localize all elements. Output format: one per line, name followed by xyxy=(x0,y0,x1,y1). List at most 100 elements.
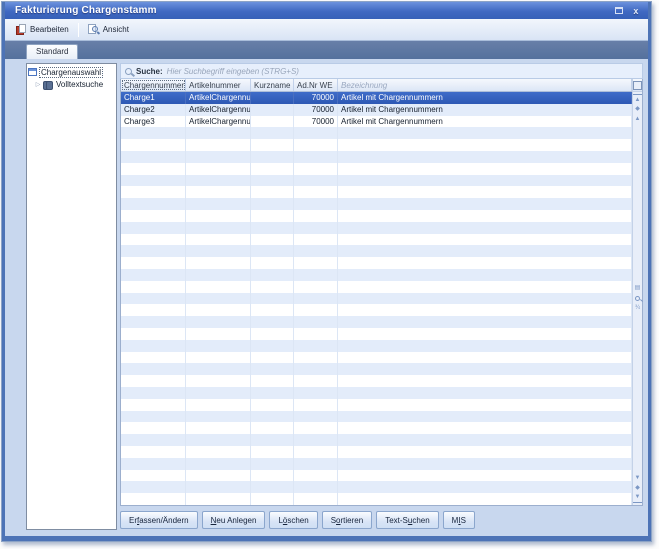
toolbar: Bearbeiten Ansicht xyxy=(5,19,648,41)
table-row[interactable] xyxy=(121,245,632,257)
table-row[interactable] xyxy=(121,269,632,281)
table-row[interactable] xyxy=(121,446,632,458)
table-cell xyxy=(251,281,294,293)
scroll-page-down-button[interactable]: ◆ xyxy=(633,483,642,493)
table-cell xyxy=(338,269,632,281)
footer-button-bar: Erfassen/ÄndernNeu AnlegenLöschen Sortier… xyxy=(120,506,643,530)
table-cell xyxy=(294,234,338,246)
table-cell xyxy=(121,434,186,446)
zoom-icon xyxy=(635,296,640,301)
table-cell xyxy=(251,316,294,328)
search-label: Suche: xyxy=(136,67,163,76)
column-header-ad-nr-we[interactable]: Ad.Nr WE xyxy=(294,79,338,91)
table-row[interactable] xyxy=(121,139,632,151)
tab-standard[interactable]: Standard xyxy=(26,44,78,59)
table-cell xyxy=(121,422,186,434)
table-row[interactable] xyxy=(121,352,632,364)
table-cell xyxy=(121,151,186,163)
footer-button-neu-anlegen[interactable]: Neu Anlegen xyxy=(202,511,266,529)
column-header-artikelnummer[interactable]: Artikelnummer xyxy=(186,79,251,91)
table-cell xyxy=(338,375,632,387)
table-cell xyxy=(251,422,294,434)
table-cell xyxy=(186,293,251,305)
tree-item-chargenauswahl[interactable]: Chargenauswahl xyxy=(28,66,115,78)
table-row[interactable] xyxy=(121,387,632,399)
table-cell xyxy=(294,375,338,387)
table-row[interactable] xyxy=(121,458,632,470)
table-cell: 70000 xyxy=(294,92,338,104)
table-cell xyxy=(294,175,338,187)
table-row[interactable] xyxy=(121,127,632,139)
tree-item-label: Chargenauswahl xyxy=(39,67,103,78)
table-row[interactable] xyxy=(121,210,632,222)
table-row[interactable] xyxy=(121,363,632,375)
search-bar[interactable]: Suche: Hier Suchbegriff eingeben (STRG+S… xyxy=(120,63,643,79)
table-row[interactable] xyxy=(121,422,632,434)
table-cell xyxy=(186,411,251,423)
footer-button-erfassen-ndern[interactable]: Erfassen/Ändern xyxy=(120,511,198,529)
column-header-bezeichnung[interactable]: Bezeichnung xyxy=(338,79,632,91)
data-grid: Chargennummer▼ArtikelnummerKurznameAd.Nr… xyxy=(120,79,643,506)
table-row[interactable] xyxy=(121,234,632,246)
vertical-scrollbar[interactable]: ▲ ◆ ▲ ▤ ¾ ▼ ◆ ▼ xyxy=(632,79,642,505)
table-row[interactable] xyxy=(121,175,632,187)
table-cell xyxy=(294,304,338,316)
table-row[interactable] xyxy=(121,481,632,493)
footer-button-text-suchen[interactable]: Text-Suchen xyxy=(376,511,438,529)
table-cell xyxy=(338,234,632,246)
table-cell xyxy=(121,198,186,210)
table-row[interactable] xyxy=(121,316,632,328)
table-row[interactable] xyxy=(121,281,632,293)
table-cell xyxy=(121,257,186,269)
restore-button[interactable] xyxy=(613,5,625,16)
table-cell xyxy=(186,281,251,293)
table-row[interactable] xyxy=(121,399,632,411)
table-row[interactable]: Charge1ArtikelChargennumme70000Artikel m… xyxy=(121,92,632,104)
table-cell xyxy=(251,234,294,246)
footer-button-mis[interactable]: MIS xyxy=(443,511,475,529)
table-row[interactable] xyxy=(121,434,632,446)
table-row[interactable] xyxy=(121,340,632,352)
table-cell xyxy=(186,175,251,187)
scroll-page-up-button[interactable]: ◆ xyxy=(633,104,642,114)
scroll-down-button[interactable]: ▼ xyxy=(633,473,642,483)
table-cell xyxy=(121,234,186,246)
table-cell xyxy=(338,186,632,198)
table-row[interactable] xyxy=(121,328,632,340)
table-row[interactable] xyxy=(121,470,632,482)
scroll-up-button[interactable]: ▲ xyxy=(633,114,642,124)
table-row[interactable] xyxy=(121,493,632,505)
column-header-kurzname[interactable]: Kurzname xyxy=(251,79,294,91)
zoom-button[interactable] xyxy=(633,293,642,303)
footer-button-l-schen[interactable]: Löschen xyxy=(269,511,317,529)
ansicht-button[interactable]: Ansicht xyxy=(83,22,134,37)
table-row[interactable]: Charge3ArtikelChargennumme70000Artikel m… xyxy=(121,116,632,128)
table-cell xyxy=(251,210,294,222)
toolbar-separator xyxy=(78,23,79,37)
page-scale-button[interactable]: ¾ xyxy=(633,303,642,313)
table-row[interactable] xyxy=(121,375,632,387)
table-row[interactable] xyxy=(121,198,632,210)
table-row[interactable] xyxy=(121,304,632,316)
table-row[interactable] xyxy=(121,222,632,234)
table-row[interactable] xyxy=(121,293,632,305)
close-button[interactable]: x xyxy=(630,5,642,16)
table-row[interactable] xyxy=(121,151,632,163)
table-row[interactable] xyxy=(121,257,632,269)
table-row[interactable] xyxy=(121,411,632,423)
card-view-button[interactable]: ▤ xyxy=(633,283,642,293)
expand-arrow-icon[interactable]: ▷ xyxy=(35,81,41,88)
scroll-to-top-button[interactable]: ▲ xyxy=(633,94,642,104)
table-row[interactable] xyxy=(121,186,632,198)
bearbeiten-button[interactable]: Bearbeiten xyxy=(11,22,74,37)
column-chooser-button[interactable] xyxy=(633,79,642,92)
binoculars-icon xyxy=(43,81,53,88)
footer-button-sortieren[interactable]: Sortieren xyxy=(322,511,372,529)
tree-item-volltextsuche[interactable]: ▷Volltextsuche xyxy=(28,78,115,90)
table-cell xyxy=(251,340,294,352)
table-cell xyxy=(251,458,294,470)
table-row[interactable] xyxy=(121,163,632,175)
table-row[interactable]: Charge2ArtikelChargennumme70000Artikel m… xyxy=(121,104,632,116)
column-header-chargennummer[interactable]: Chargennummer▼ xyxy=(121,79,186,91)
scroll-to-bottom-button[interactable]: ▼ xyxy=(633,493,642,503)
